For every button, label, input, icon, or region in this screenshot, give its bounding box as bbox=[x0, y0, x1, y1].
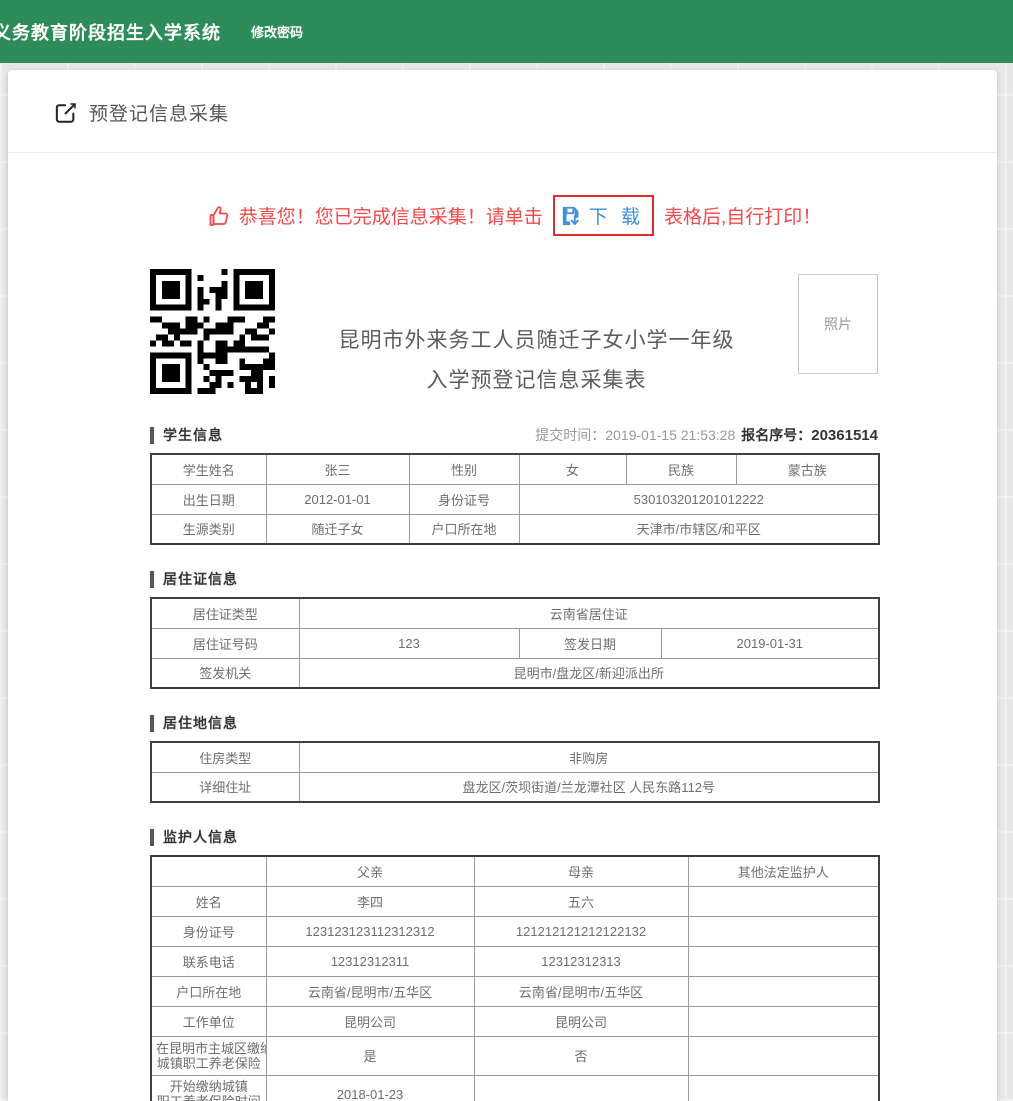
table-row: 开始缴纳城镇职工养老保险时间 2018-01-23 bbox=[150, 1074, 880, 1101]
submit-time: 提交时间：2019-01-15 21:53:28 bbox=[535, 427, 736, 443]
notice-prefix: 恭喜您！您已完成信息采集！请单击 bbox=[238, 207, 543, 228]
residence-section-title: 居住地信息 bbox=[163, 715, 238, 731]
section-guardian: 监护人信息 父亲 母亲 其他法定监护人 姓名 李四 五六 身份证号 123123… bbox=[150, 827, 880, 1101]
form-header-row: 昆明市外来务工人员随迁子女小学一年级 入学预登记信息采集表 照片 bbox=[150, 269, 878, 401]
residence-table: 住房类型 非购房 详细住址 盘龙区/茨坝街道/兰龙潭社区 人民东路112号 bbox=[150, 741, 880, 803]
system-title: 义务教育阶段招生入学系统 bbox=[0, 22, 221, 43]
table-header-row: 父亲 母亲 其他法定监护人 bbox=[150, 855, 880, 887]
qr-code bbox=[150, 269, 275, 394]
top-navbar: 义务教育阶段招生入学系统 修改密码 bbox=[0, 0, 1013, 63]
download-button[interactable]: 下 载 bbox=[552, 195, 654, 236]
student-table: 学生姓名 张三 性别 女 民族 蒙古族 出生日期 2012-01-01 身份证号… bbox=[150, 453, 880, 545]
form-title-line2: 入学预登记信息采集表 bbox=[426, 369, 647, 392]
section-student: 学生信息 提交时间：2019-01-15 21:53:28 报名序号：20361… bbox=[150, 425, 880, 545]
table-row: 工作单位 昆明公司 昆明公司 bbox=[150, 1005, 880, 1037]
table-row: 生源类别 随迁子女 户口所在地 天津市/市辖区/和平区 bbox=[150, 513, 880, 545]
permit-section-title: 居住证信息 bbox=[163, 571, 238, 587]
permit-section-head: 居住证信息 bbox=[150, 569, 878, 589]
thumbs-up-icon bbox=[209, 205, 228, 226]
guardian-section-title: 监护人信息 bbox=[163, 829, 238, 845]
permit-table: 居住证类型 云南省居住证 居住证号码 123 签发日期 2019-01-31 签… bbox=[150, 597, 880, 689]
download-label: 下 载 bbox=[588, 207, 644, 228]
page-title: 预登记信息采集 bbox=[89, 104, 230, 125]
table-row: 联系电话 12312312311 12312312313 bbox=[150, 945, 880, 977]
table-row: 学生姓名 张三 性别 女 民族 蒙古族 bbox=[150, 453, 880, 485]
notice-suffix: 表格后,自行打印！ bbox=[664, 207, 822, 228]
photo-placeholder: 照片 bbox=[798, 274, 878, 374]
table-row: 户口所在地 云南省/昆明市/五华区 云南省/昆明市/五华区 bbox=[150, 975, 880, 1007]
form-title: 昆明市外来务工人员随迁子女小学一年级 入学预登记信息采集表 bbox=[275, 269, 798, 401]
section-bar bbox=[150, 828, 154, 846]
save-download-icon bbox=[562, 206, 579, 225]
change-password-link[interactable]: 修改密码 bbox=[251, 22, 303, 41]
registration-number: 报名序号：20361514 bbox=[741, 427, 878, 444]
success-notice: 恭喜您！您已完成信息采集！请单击 下 载 表格后,自行打印！ bbox=[150, 195, 878, 236]
section-bar bbox=[150, 426, 154, 444]
content: 恭喜您！您已完成信息采集！请单击 下 载 表格后,自行打印！ 昆明市外来务工人员… bbox=[150, 195, 880, 1101]
residence-section-head: 居住地信息 bbox=[150, 713, 878, 733]
table-row: 签发机关 昆明市/盘龙区/新迎派出所 bbox=[150, 657, 880, 689]
card-header: 预登记信息采集 bbox=[8, 70, 997, 153]
main-card: 预登记信息采集 恭喜您！您已完成信息采集！请单击 下 载 表格后,自行打印！ 昆… bbox=[8, 70, 997, 1101]
section-bar bbox=[150, 714, 154, 732]
section-bar bbox=[150, 570, 154, 588]
table-row: 身份证号 123123123112312312 1212121212121221… bbox=[150, 915, 880, 947]
section-residence: 居住地信息 住房类型 非购房 详细住址 盘龙区/茨坝街道/兰龙潭社区 人民东路1… bbox=[150, 713, 880, 803]
student-section-head: 学生信息 提交时间：2019-01-15 21:53:28 报名序号：20361… bbox=[150, 425, 878, 445]
photo-label: 照片 bbox=[824, 316, 852, 332]
table-row: 姓名 李四 五六 bbox=[150, 885, 880, 917]
table-row: 在昆明市主城区缴纳 城镇职工养老保险 是 否 bbox=[150, 1035, 880, 1076]
table-row: 住房类型 非购房 bbox=[150, 741, 880, 773]
guardian-table: 父亲 母亲 其他法定监护人 姓名 李四 五六 身份证号 123123123112… bbox=[150, 855, 880, 1101]
student-section-title: 学生信息 bbox=[163, 427, 223, 443]
table-row: 居住证类型 云南省居住证 bbox=[150, 597, 880, 629]
table-row: 居住证号码 123 签发日期 2019-01-31 bbox=[150, 627, 880, 659]
edit-icon bbox=[55, 102, 76, 123]
section-permit: 居住证信息 居住证类型 云南省居住证 居住证号码 123 签发日期 2019-0… bbox=[150, 569, 880, 689]
table-row: 出生日期 2012-01-01 身份证号 530103201201012222 bbox=[150, 483, 880, 515]
guardian-section-head: 监护人信息 bbox=[150, 827, 878, 847]
table-row: 详细住址 盘龙区/茨坝街道/兰龙潭社区 人民东路112号 bbox=[150, 771, 880, 803]
form-title-line1: 昆明市外来务工人员随迁子女小学一年级 bbox=[338, 329, 735, 352]
